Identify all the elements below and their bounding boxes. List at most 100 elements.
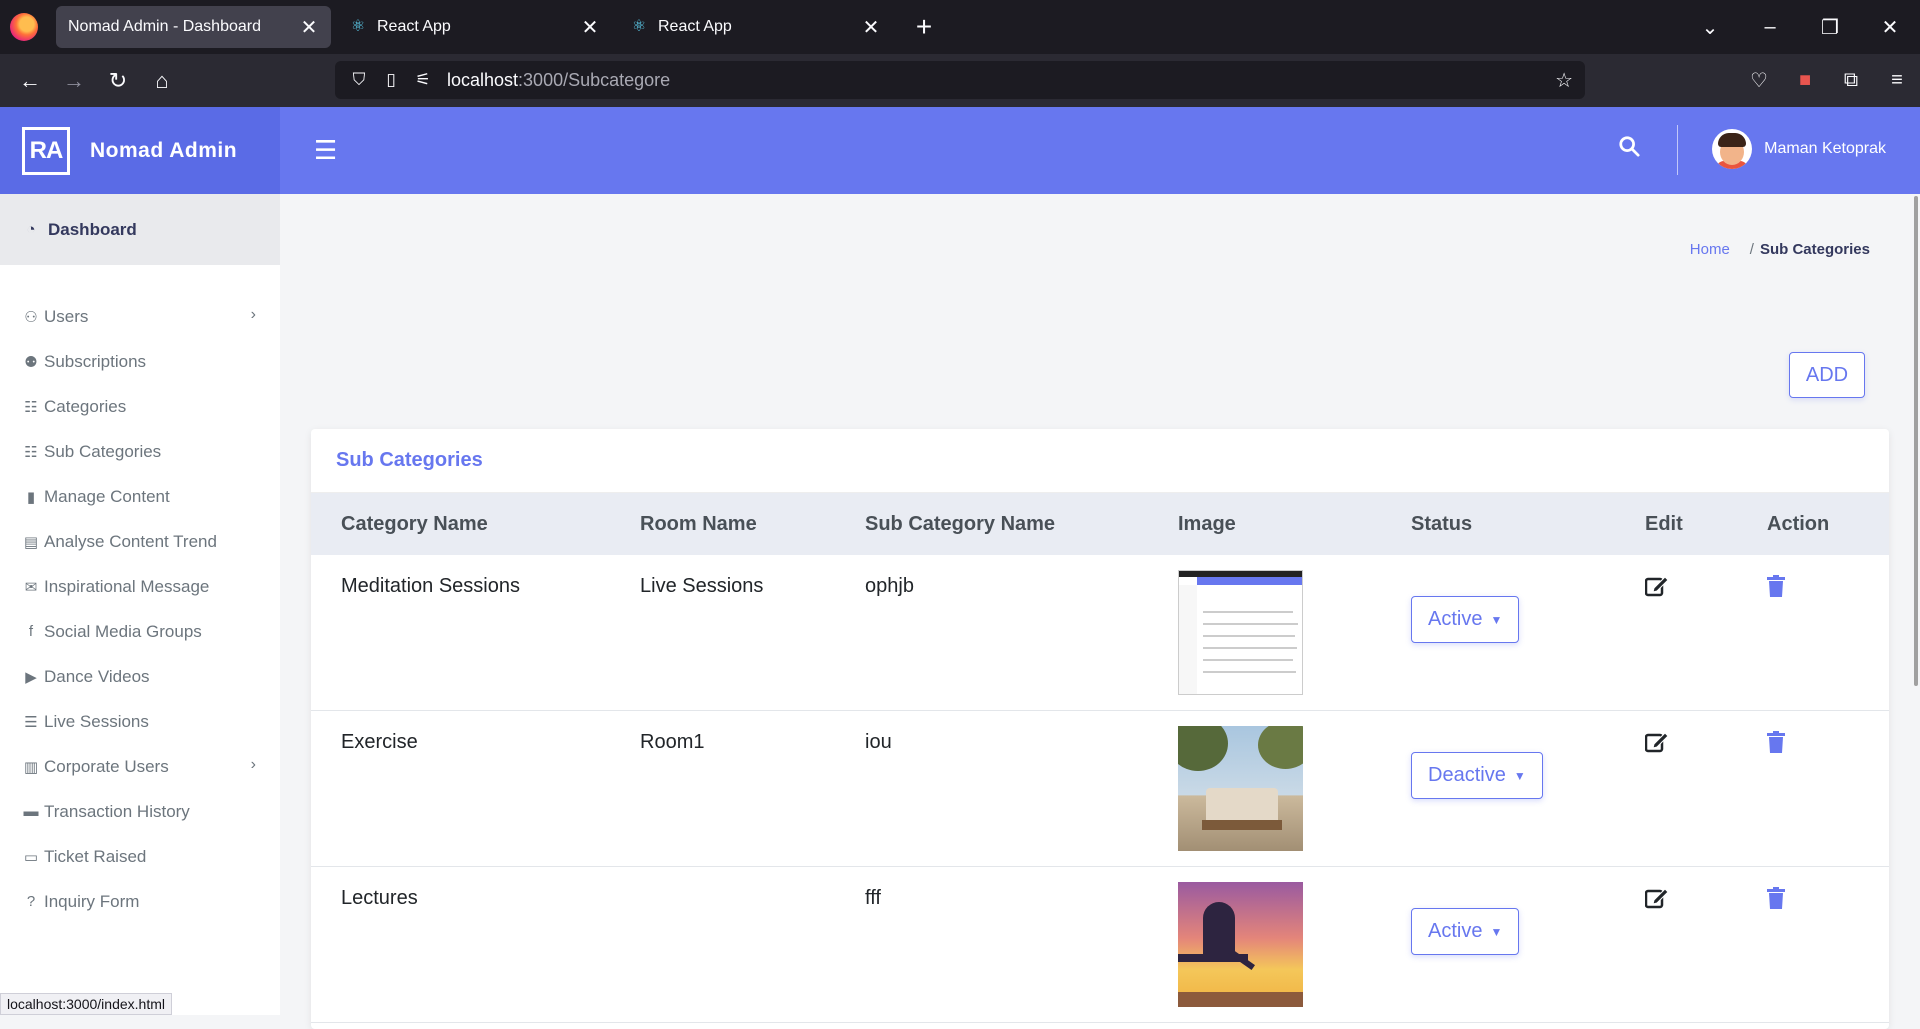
sidebar-item-label: Inspirational Message bbox=[44, 576, 210, 596]
add-button[interactable]: ADD bbox=[1789, 352, 1865, 398]
sidebar-item-social-media-groups[interactable]: f Social Media Groups bbox=[0, 609, 280, 654]
react-icon: ⚛ bbox=[631, 18, 647, 35]
sidebar-item-label: Users bbox=[44, 306, 89, 326]
keyboard-icon: ▤ bbox=[23, 533, 39, 551]
browser-nav-bar: ← → ↻ ⌂ ⛉ ▯ ⚟ localhost:3000/Subcategore… bbox=[0, 54, 1920, 107]
sidebar-item-live-sessions[interactable]: ☰ Live Sessions bbox=[0, 699, 280, 744]
close-tab-icon[interactable]: ✕ bbox=[299, 15, 319, 40]
room-name-cell: Room1 bbox=[640, 731, 705, 753]
react-icon: ⚛ bbox=[350, 18, 366, 35]
ticket-icon: ▭ bbox=[23, 848, 39, 866]
trash-icon[interactable] bbox=[1767, 575, 1787, 599]
close-tab-icon[interactable]: ✕ bbox=[861, 15, 881, 40]
sidebar-item-label: Dance Videos bbox=[44, 666, 150, 686]
address-bar[interactable]: ⛉ ▯ ⚟ localhost:3000/Subcategore ☆ bbox=[335, 61, 1585, 99]
sidebar-item-corporate-users[interactable]: ▥ Corporate Users › bbox=[0, 744, 280, 789]
reload-icon[interactable]: ↻ bbox=[96, 68, 140, 94]
edit-icon[interactable] bbox=[1644, 731, 1671, 755]
sidebar-item-categories[interactable]: ☷ Categories bbox=[0, 384, 280, 429]
home-icon[interactable]: ⌂ bbox=[140, 68, 184, 94]
table-header: Category Name Room Name Sub Category Nam… bbox=[311, 493, 1889, 555]
tab-title: React App bbox=[658, 18, 732, 35]
sidebar-item-inspirational-message[interactable]: ✉ Inspirational Message bbox=[0, 564, 280, 609]
facebook-icon: f bbox=[28, 623, 34, 640]
status-label: Deactive bbox=[1428, 764, 1506, 786]
edit-icon[interactable] bbox=[1644, 887, 1671, 911]
screenshot-thumbnail-image bbox=[1178, 570, 1303, 695]
sidebar-item-ticket-raised[interactable]: ▭ Ticket Raised bbox=[0, 834, 280, 879]
sidebar-item-subscriptions[interactable]: ⚉ Subscriptions bbox=[0, 339, 280, 384]
sidebar-item-label: Categories bbox=[44, 396, 127, 416]
sidebar-item-transaction-history[interactable]: ▬ Transaction History bbox=[0, 789, 280, 834]
sidebar-item-users[interactable]: ⚇ Users › bbox=[0, 294, 280, 339]
list-tabs-icon[interactable]: ⌄ bbox=[1680, 15, 1740, 40]
new-tab-icon[interactable]: + bbox=[909, 11, 939, 43]
chevron-right-icon: › bbox=[250, 306, 256, 323]
logo-text: RA bbox=[25, 129, 67, 172]
sofa-thumbnail-image bbox=[1178, 726, 1303, 851]
sidebar-item-dashboard[interactable]: ◔ Dashboard bbox=[0, 194, 280, 265]
caret-down-icon: ▼ bbox=[1490, 612, 1503, 627]
question-circle-icon: ? bbox=[26, 893, 36, 910]
extensions-icon[interactable]: ⧉ bbox=[1828, 69, 1874, 92]
user-plus-icon: ⚉ bbox=[24, 353, 38, 371]
avatar bbox=[1712, 129, 1753, 169]
sidebar-item-dance-videos[interactable]: ▶ Dance Videos bbox=[0, 654, 280, 699]
list-icon: ☷ bbox=[24, 398, 38, 416]
column-header-action: Action bbox=[1767, 513, 1830, 535]
search-icon[interactable] bbox=[1618, 135, 1640, 164]
site-info-icon[interactable]: ⚟ bbox=[409, 70, 437, 90]
menu-icon[interactable]: ≡ bbox=[1874, 69, 1920, 92]
sidebar-item-label: Subscriptions bbox=[44, 351, 147, 371]
user-menu[interactable]: Maman Ketoprak bbox=[1712, 129, 1886, 169]
close-tab-icon[interactable]: ✕ bbox=[580, 15, 600, 40]
edit-icon[interactable] bbox=[1644, 575, 1671, 599]
table-row: Exercise Room1 iou Deactive ▼ bbox=[311, 711, 1889, 867]
browser-tab-3[interactable]: ⚛ React App ✕ bbox=[618, 6, 893, 48]
sidebar-item-manage-content[interactable]: ▮ Manage Content bbox=[0, 474, 280, 519]
back-icon[interactable]: ← bbox=[8, 68, 52, 94]
sidebar-item-sub-categories[interactable]: ☷ Sub Categories bbox=[0, 429, 280, 474]
credit-card-icon: ▬ bbox=[23, 803, 39, 820]
trash-icon[interactable] bbox=[1767, 887, 1787, 911]
column-header-sub-category-name: Sub Category Name bbox=[865, 513, 1056, 535]
sidebar-item-analyse-content-trend[interactable]: ▤ Analyse Content Trend bbox=[0, 519, 280, 564]
browser-tab-1[interactable]: Nomad Admin - Dashboard ✕ bbox=[56, 6, 331, 48]
header-divider bbox=[1677, 125, 1678, 175]
caret-down-icon: ▼ bbox=[1513, 768, 1526, 783]
column-header-image: Image bbox=[1178, 513, 1236, 535]
bookmark-star-icon[interactable]: ☆ bbox=[1555, 68, 1573, 93]
brand-logo: RA bbox=[22, 126, 70, 175]
pocket-icon[interactable]: ♡ bbox=[1736, 68, 1782, 93]
close-window-icon[interactable]: ✕ bbox=[1860, 15, 1920, 40]
dashboard-gauge-icon: ◔ bbox=[26, 221, 36, 238]
sidebar-item-label: Corporate Users bbox=[44, 756, 169, 776]
sidebar-toggle-icon[interactable]: ☰ bbox=[314, 135, 337, 166]
status-dropdown-button[interactable]: Active ▼ bbox=[1411, 908, 1520, 955]
browser-tab-2[interactable]: ⚛ React App ✕ bbox=[337, 6, 612, 48]
sidebar-item-inquiry-form[interactable]: ? Inquiry Form bbox=[0, 879, 280, 924]
status-dropdown-button[interactable]: Active ▼ bbox=[1411, 596, 1520, 643]
category-name-cell: Meditation Sessions bbox=[341, 575, 520, 597]
shield-icon[interactable]: ⛉ bbox=[345, 70, 373, 90]
page-scrollbar[interactable] bbox=[1912, 194, 1920, 1015]
breadcrumb-home-link[interactable]: Home bbox=[1690, 241, 1730, 258]
restore-icon[interactable]: ❐ bbox=[1800, 15, 1860, 40]
bars-icon: ☰ bbox=[24, 713, 38, 731]
status-dropdown-button[interactable]: Deactive ▼ bbox=[1411, 752, 1543, 799]
trash-icon[interactable] bbox=[1767, 731, 1787, 755]
sub-category-name-cell: fff bbox=[865, 887, 881, 909]
url-host: localhost bbox=[447, 69, 519, 90]
tab-title: React App bbox=[377, 18, 451, 35]
url-path: :3000/Subcategore bbox=[518, 69, 671, 90]
sidebar-item-label: Sub Categories bbox=[44, 441, 162, 461]
category-name-cell: Lectures bbox=[341, 887, 418, 909]
extension-red-icon[interactable]: ■ bbox=[1782, 69, 1828, 92]
brand[interactable]: RA Nomad Admin bbox=[0, 107, 280, 194]
column-header-room-name: Room Name bbox=[640, 513, 757, 535]
forward-icon[interactable]: → bbox=[52, 68, 96, 94]
status-label: Active bbox=[1428, 608, 1483, 630]
building-icon: ▥ bbox=[23, 758, 39, 776]
scrollbar-thumb[interactable] bbox=[1914, 196, 1918, 686]
minimize-icon[interactable]: – bbox=[1740, 16, 1800, 39]
